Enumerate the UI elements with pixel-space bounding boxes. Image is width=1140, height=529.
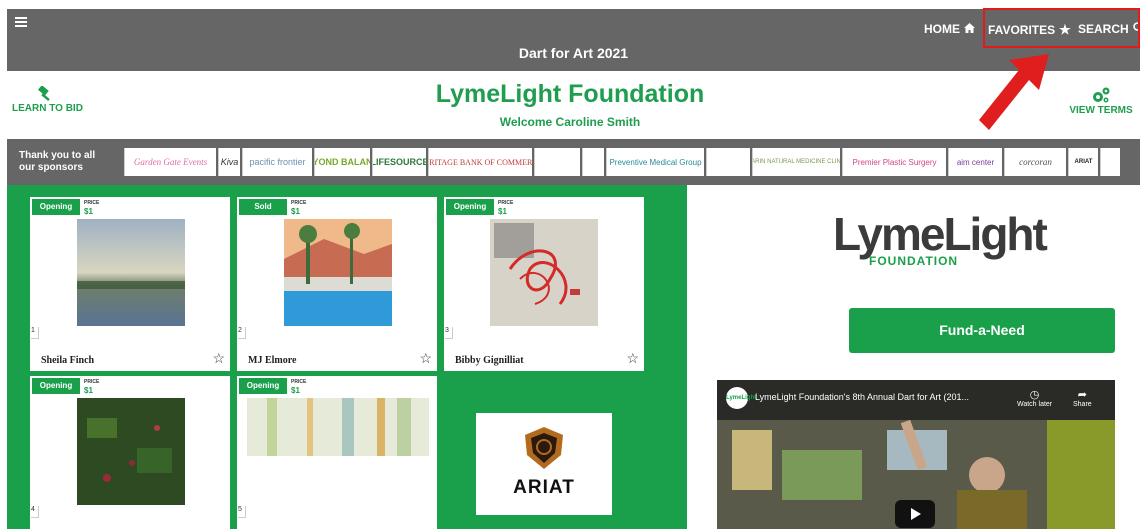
nav-home-label: HOME [924, 22, 960, 36]
artist-name: MJ Elmore [248, 355, 297, 366]
home-icon [964, 22, 975, 36]
gavel-icon [38, 86, 50, 101]
item-card[interactable]: Opening PRICE $1 1 Sheila Finch ☆ [30, 197, 230, 371]
sponsor-logo[interactable]: Preventive Medical Group [606, 148, 704, 176]
price-label: PRICE [498, 200, 514, 206]
share-button[interactable]: ➦ Share [1073, 388, 1092, 408]
sponsor-logo[interactable]: HERITAGE BANK OF COMMERCE [428, 148, 532, 176]
price-label: PRICE [291, 200, 307, 206]
sponsor-logo[interactable]: MARIN NATURAL MEDICINE CLINIC [752, 148, 840, 176]
price-label: PRICE [291, 379, 307, 385]
play-button-icon[interactable] [895, 500, 935, 528]
price-label: PRICE [84, 200, 100, 206]
sponsor-logo[interactable] [582, 148, 604, 176]
item-status-badge: Opening [32, 199, 80, 215]
sponsor-logo[interactable] [706, 148, 750, 176]
page: HOME FAVORITES ★ SEARCH Dart for Art 202… [0, 0, 1140, 529]
sponsor-logo[interactable]: aim center [948, 148, 1002, 176]
item-card[interactable]: Sold PRICE $1 2 MJ Elmore ☆ [237, 197, 437, 371]
price-value: $1 [84, 386, 93, 395]
lot-number: 4 [31, 506, 39, 518]
top-nav-bar: HOME FAVORITES ★ SEARCH Dart for Art 202… [7, 9, 1140, 71]
sponsor-label: Thank you to all our sponsors [19, 150, 95, 174]
price-label: PRICE [84, 379, 100, 385]
artwork-image[interactable] [77, 398, 185, 505]
organization-title: LymeLight Foundation [435, 80, 705, 108]
artwork-image[interactable] [77, 219, 185, 326]
sponsor-logo[interactable] [1100, 148, 1120, 176]
favorite-star-icon[interactable]: ☆ [212, 350, 225, 367]
sponsor-logo[interactable]: Kiva [218, 148, 240, 176]
red-arrow-annotation [979, 54, 1049, 130]
artwork-image[interactable] [490, 219, 598, 326]
lymelight-logo-subtext: FOUNDATION [869, 254, 959, 268]
favorite-star-icon[interactable]: ☆ [626, 350, 639, 367]
favorites-highlight-box [983, 8, 1140, 48]
artist-name: Sheila Finch [41, 355, 95, 366]
sponsor-logo[interactable]: Premier Plastic Surgery [842, 148, 946, 176]
view-terms-link[interactable]: VIEW TERMS [1066, 86, 1136, 116]
gears-icon [1093, 87, 1110, 103]
watch-later-label: Watch later [1017, 401, 1053, 408]
right-panel: LymeLight FOUNDATION Fund-a-Need LymeLig… [687, 185, 1140, 529]
sponsor-label-line2: our sponsors [19, 162, 83, 173]
item-card[interactable]: Opening PRICE $1 4 [30, 376, 230, 529]
favorite-star-icon[interactable]: ☆ [419, 350, 432, 367]
price-value: $1 [291, 207, 300, 216]
sponsor-logo[interactable] [534, 148, 580, 176]
ariat-sponsor-tile[interactable]: ARIAT [476, 413, 612, 515]
price-value: $1 [291, 386, 300, 395]
view-terms-label: VIEW TERMS [1069, 105, 1133, 116]
auction-item-grid: Opening PRICE $1 1 Sheila Finch ☆ Sold P… [7, 185, 687, 529]
watch-later-button[interactable]: ◷ Watch later [1017, 388, 1052, 408]
nav-home-link[interactable]: HOME [924, 22, 975, 36]
share-label: Share [1073, 401, 1092, 408]
sponsor-label-line1: Thank you to all [19, 150, 96, 161]
ariat-logo-text: ARIAT [513, 477, 575, 498]
welcome-message: Welcome Caroline Smith [499, 115, 641, 129]
video-title[interactable]: LymeLight Foundation's 8th Annual Dart f… [755, 392, 1010, 402]
lymelight-logo-text: LymeLight [833, 208, 1048, 260]
channel-avatar[interactable]: LymeLight [726, 387, 756, 409]
item-status-badge: Opening [32, 378, 80, 394]
sponsor-logo-strip: Garden Gate Events Kiva pacific frontier… [124, 148, 1120, 176]
sponsor-bar: Thank you to all our sponsors Garden Gat… [7, 139, 1140, 185]
price-value: $1 [498, 207, 507, 216]
price-value: $1 [84, 207, 93, 216]
item-status-badge: Opening [239, 378, 287, 394]
item-card[interactable]: Opening PRICE $1 3 Bibby Gignilliat ☆ [444, 197, 644, 371]
item-card[interactable]: Opening PRICE $1 5 [237, 376, 437, 529]
artwork-image[interactable] [284, 219, 392, 326]
learn-to-bid-label: LEARN TO BID [12, 103, 83, 114]
fund-a-need-button[interactable]: Fund-a-Need [849, 308, 1115, 353]
sponsor-logo[interactable]: ARIAT [1068, 148, 1098, 176]
lot-number: 3 [445, 327, 453, 339]
lot-number: 2 [238, 327, 246, 339]
sponsor-logo[interactable]: pacific frontier [242, 148, 312, 176]
share-arrow-icon: ➦ [1077, 389, 1087, 401]
ariat-shield-icon [525, 427, 563, 469]
hamburger-menu-icon[interactable] [15, 17, 27, 27]
item-status-badge: Sold [239, 199, 287, 215]
sponsor-logo[interactable]: Garden Gate Events [124, 148, 216, 176]
sponsor-logo[interactable]: BEYOND BALANCE [314, 148, 370, 176]
artist-name: Bibby Gignilliat [455, 355, 524, 366]
sponsor-logo[interactable]: corcoran [1004, 148, 1066, 176]
lot-number: 5 [238, 506, 246, 518]
video-embed[interactable]: LymeLight LymeLight Foundation's 8th Ann… [717, 380, 1115, 529]
lymelight-logo: LymeLight FOUNDATION [833, 208, 1048, 268]
lot-number: 1 [31, 327, 39, 339]
sponsor-logo[interactable]: LIFESOURCE [372, 148, 426, 176]
clock-icon: ◷ [1029, 389, 1040, 401]
learn-to-bid-link[interactable]: LEARN TO BID [12, 86, 92, 114]
artwork-image[interactable] [247, 398, 429, 456]
item-status-badge: Opening [446, 199, 494, 215]
app-title: Dart for Art 2021 [518, 45, 629, 61]
